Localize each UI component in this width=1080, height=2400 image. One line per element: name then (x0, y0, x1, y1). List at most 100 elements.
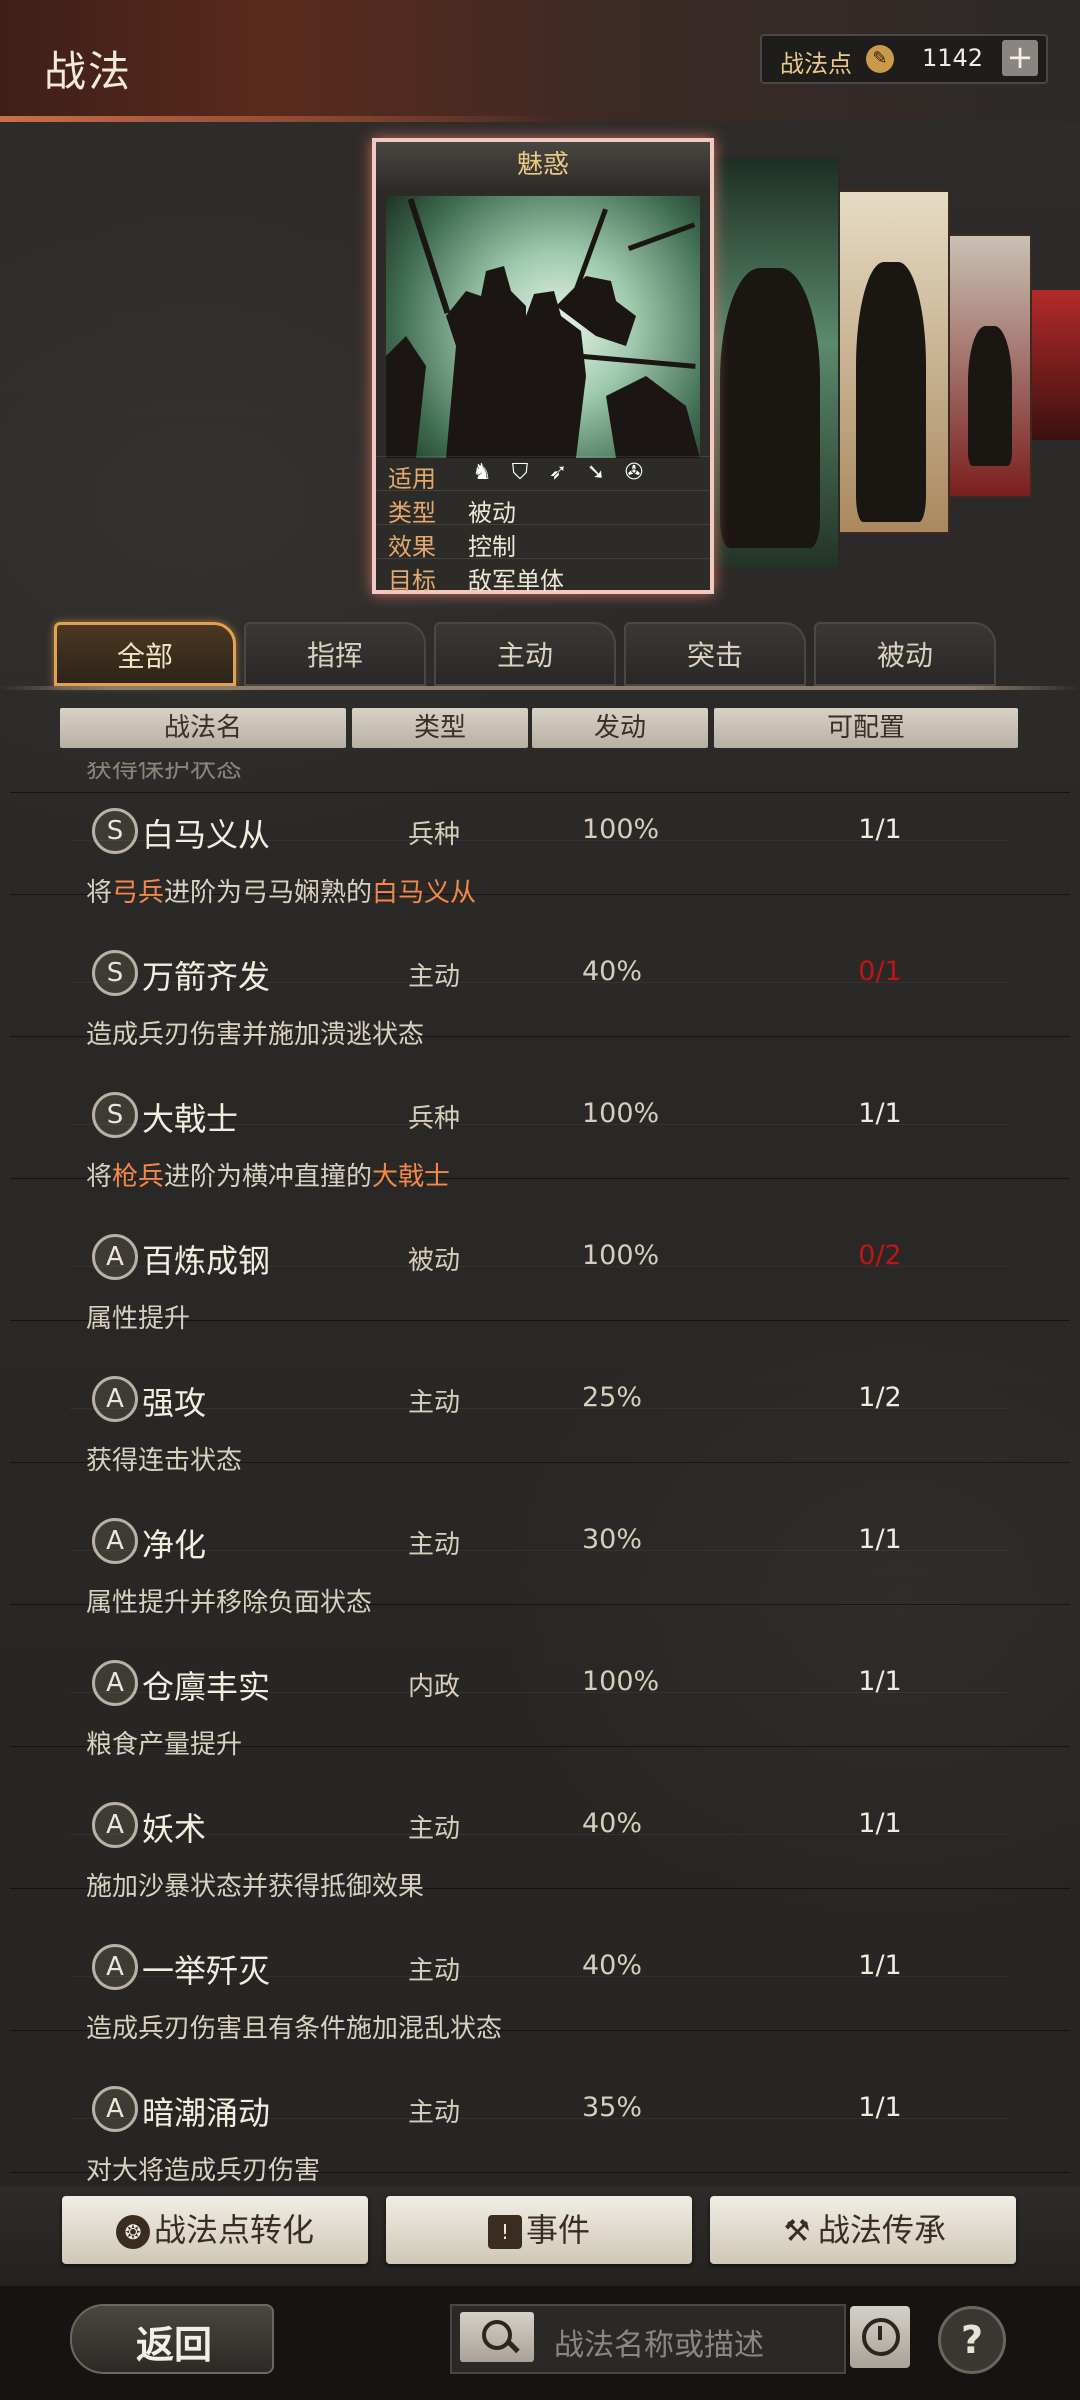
search-icon[interactable] (460, 2312, 534, 2362)
card-stack-back-3[interactable] (948, 234, 1032, 498)
chariot-icon: ✇ (624, 460, 644, 485)
list-item[interactable]: S 白马义从 兵种 100% 1/1 将弓兵进阶为弓马娴熟的白马义从 (10, 762, 1070, 908)
tactic-rate: 30% (582, 1524, 643, 1555)
cavalry-icon: ♞ (472, 460, 492, 485)
grade-badge: A (92, 1376, 138, 1422)
column-header-configurable[interactable]: 可配置 (714, 708, 1018, 748)
grade-badge: A (92, 1518, 138, 1564)
grade-badge: A (92, 1660, 138, 1706)
points-convert-icon: ❂ (115, 2215, 150, 2249)
tabs-divider (0, 686, 1080, 690)
tactic-points-value: 1142 (922, 44, 984, 72)
card-title: 魅惑 (376, 142, 710, 188)
tactic-list[interactable]: 获得保护状态 S 白马义从 兵种 100% 1/1 将弓兵进阶为弓马娴熟的白马义从 S 万箭齐… (10, 762, 1070, 2182)
list-item[interactable]: A 净化 主动 30% 1/1 属性提升并移除负面状态 (10, 1462, 1070, 1618)
card-label-type: 类型 (388, 499, 436, 527)
card-stack-back-2[interactable] (834, 190, 950, 534)
tab-passive[interactable]: 被动 (814, 622, 996, 686)
card-value-effect: 控制 (468, 533, 516, 561)
grade-badge: A (92, 1944, 138, 1990)
tactic-type: 主动 (408, 1530, 461, 1560)
list-item[interactable]: A 仓廪丰实 内政 100% 1/1 粮食产量提升 (10, 1604, 1070, 1760)
archer-icon: ➶ (548, 460, 568, 485)
events-button[interactable]: ! 事件 (386, 2196, 692, 2264)
footer-bar: 返回 战法名称或描述 ? (0, 2286, 1080, 2400)
grade-badge: S (92, 950, 138, 996)
back-label: 返回 (136, 2323, 213, 2367)
tactic-type: 主动 (408, 1814, 461, 1844)
tactic-name: 妖术 (142, 1810, 207, 1848)
column-header-name[interactable]: 战法名 (60, 708, 346, 748)
convert-points-button[interactable]: ❂ 战法点转化 (62, 2196, 368, 2264)
card-stack-back-4[interactable] (1028, 290, 1080, 440)
convert-points-label: 战法点转化 (153, 2211, 314, 2249)
card-row-effect: 效果 控制 (376, 524, 710, 561)
tactic-configurable-count: 0/2 (858, 1240, 902, 1271)
tactic-points-panel: 战法点 ✎ 1142 + (760, 34, 1048, 84)
tactic-configurable-count: 1/1 (858, 1808, 902, 1839)
tactic-rate: 40% (582, 1950, 643, 1981)
tactic-name: 大戟士 (142, 1100, 239, 1138)
tactic-name: 百炼成钢 (142, 1242, 271, 1280)
column-header-rate[interactable]: 发动 (532, 708, 708, 748)
tactic-points-icon: ✎ (866, 45, 894, 73)
grade-badge: S (92, 808, 138, 854)
tactic-type: 主动 (408, 2098, 461, 2128)
tactic-type: 被动 (408, 1246, 461, 1276)
add-points-button[interactable]: + (1002, 40, 1038, 76)
tactic-type: 主动 (408, 1388, 461, 1418)
grade-badge: A (92, 1234, 138, 1280)
tactic-rate: 40% (582, 956, 643, 987)
search-placeholder: 战法名称或描述 (554, 2328, 764, 2363)
events-label: 事件 (525, 2211, 590, 2249)
tactic-configurable-count: 0/1 (858, 956, 902, 987)
card-row-target: 目标 敌军单体 (376, 558, 710, 595)
tab-active[interactable]: 主动 (434, 622, 616, 686)
history-clock-icon[interactable] (850, 2306, 910, 2368)
list-item[interactable]: A 强攻 主动 25% 1/2 获得连击状态 (10, 1320, 1070, 1476)
tactic-configurable-count: 1/1 (858, 2092, 902, 2123)
card-label-effect: 效果 (388, 533, 436, 561)
grade-badge: S (92, 1092, 138, 1138)
tactic-name: 万箭齐发 (142, 958, 271, 996)
tactic-configurable-count: 1/1 (858, 1666, 902, 1697)
tactic-name: 暗潮涌动 (142, 2094, 271, 2132)
tab-assault[interactable]: 突击 (624, 622, 806, 686)
tactic-points-label: 战法点 (780, 50, 852, 78)
hammer-icon: ⚒ (783, 2214, 811, 2249)
list-item[interactable]: A 暗潮涌动 主动 35% 1/1 对大将造成兵刃伤害 (10, 2030, 1070, 2182)
tactic-rate: 35% (582, 2092, 643, 2123)
tactic-rate: 40% (582, 1808, 643, 1839)
spear-icon: ➘ (586, 460, 606, 485)
back-button[interactable]: 返回 (70, 2304, 274, 2374)
tactic-configurable-count: 1/1 (858, 1098, 902, 1129)
tactic-name: 强攻 (142, 1384, 207, 1422)
card-row-troops: 适用 ♞ ⛉ ➶ ➘ ✇ (376, 456, 710, 493)
card-stack-back-1[interactable] (708, 156, 840, 570)
page-title: 战法 (44, 47, 133, 96)
list-item[interactable]: A 百炼成钢 被动 100% 0/2 属性提升 (10, 1178, 1070, 1334)
tab-command[interactable]: 指挥 (244, 622, 426, 686)
tactic-configurable-count: 1/1 (858, 814, 902, 845)
tactic-type: 内政 (408, 1672, 461, 1702)
help-button[interactable]: ? (938, 2306, 1006, 2374)
column-header-type[interactable]: 类型 (352, 708, 528, 748)
tactic-inherit-button[interactable]: ⚒ 战法传承 (710, 2196, 1016, 2264)
list-item[interactable]: S 万箭齐发 主动 40% 0/1 造成兵刃伤害并施加溃逃状态 (10, 894, 1070, 1050)
tactic-configurable-count: 1/2 (858, 1382, 902, 1413)
shield-icon: ⛉ (511, 460, 529, 485)
tab-all[interactable]: 全部 (54, 622, 236, 686)
tactic-name: 净化 (142, 1526, 207, 1564)
selected-tactic-card[interactable]: 魅惑 适用 ♞ ⛉ ➶ ➘ ✇ 类型 被动 效果 控制 目标 敌军单体 (372, 138, 714, 595)
card-artwork (386, 196, 700, 458)
tactic-type: 主动 (408, 962, 461, 992)
grade-badge: A (92, 2086, 138, 2132)
search-field[interactable]: 战法名称或描述 (450, 2304, 846, 2374)
list-item[interactable]: S 大戟士 兵种 100% 1/1 将枪兵进阶为横冲直撞的大戟士 (10, 1036, 1070, 1192)
list-item[interactable]: A 一举歼灭 主动 40% 1/1 造成兵刃伤害且有条件施加混乱状态 (10, 1888, 1070, 2044)
tactic-rate: 100% (582, 814, 660, 845)
card-label-target: 目标 (388, 567, 436, 595)
list-item[interactable]: A 妖术 主动 40% 1/1 施加沙暴状态并获得抵御效果 (10, 1746, 1070, 1902)
tactic-inherit-label: 战法传承 (817, 2211, 946, 2249)
tactic-name: 仓廪丰实 (142, 1668, 271, 1706)
